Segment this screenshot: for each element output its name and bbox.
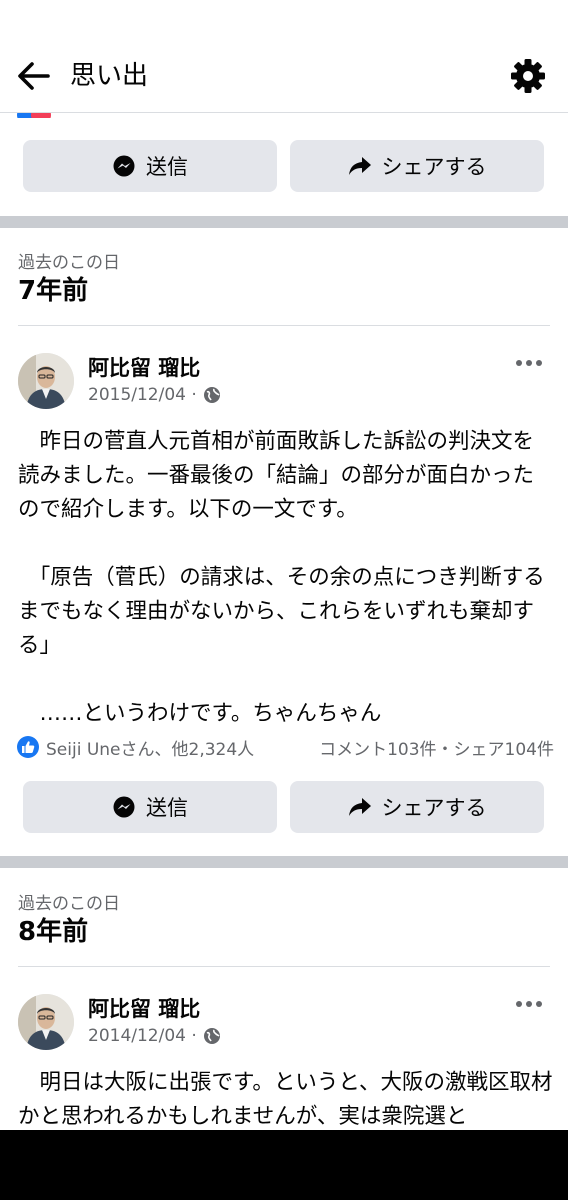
gear-icon[interactable] xyxy=(508,56,548,96)
globe-icon xyxy=(203,1028,220,1044)
avatar[interactable] xyxy=(18,353,74,409)
like-icon xyxy=(17,736,39,758)
section-separator xyxy=(0,856,568,868)
divider xyxy=(18,966,550,967)
divider xyxy=(18,325,550,326)
back-arrow-icon[interactable] xyxy=(14,58,54,94)
share-arrow-icon xyxy=(348,157,371,175)
profile-photo xyxy=(18,994,74,1050)
post-date[interactable]: 2014/12/04 · xyxy=(88,1026,197,1046)
share-button[interactable]: シェアする xyxy=(290,781,544,833)
messenger-icon xyxy=(113,796,135,818)
post-author[interactable]: 阿比留 瑠比 xyxy=(88,352,200,382)
send-label: 送信 xyxy=(146,796,188,820)
reactions-row[interactable]: Seiji Uneさん、他2,324人 コメント103件・シェア104件 xyxy=(16,734,554,760)
section-separator xyxy=(0,216,568,228)
globe-icon xyxy=(203,387,220,403)
post-text: 明日は大阪に出張です。というと、大阪の激戦区取材かと思われるかもしれませんが、実… xyxy=(18,1070,553,1129)
share-arrow-icon xyxy=(348,798,371,816)
page-title: 思い出 xyxy=(70,61,149,91)
reactions-summary[interactable]: Seiji Uneさん、他2,324人 xyxy=(16,735,254,760)
avatar[interactable] xyxy=(18,994,74,1050)
messenger-icon xyxy=(113,155,135,177)
share-label: シェアする xyxy=(381,796,487,820)
comment-share-stats[interactable]: コメント103件・シェア104件 xyxy=(319,735,554,760)
profile-photo xyxy=(18,353,74,409)
share-label: シェアする xyxy=(381,155,487,179)
post-meta: 2014/12/04 · xyxy=(88,1026,221,1046)
share-button[interactable]: シェアする xyxy=(290,140,544,192)
post-author[interactable]: 阿比留 瑠比 xyxy=(88,993,200,1023)
post-text: 昨日の菅直人元首相が前面敗訴した訴訟の判決文を読みました。一番最後の「結論」の部… xyxy=(18,429,545,726)
post-date[interactable]: 2015/12/04 · xyxy=(88,385,197,405)
send-label: 送信 xyxy=(146,155,188,179)
app-header: 思い出 xyxy=(0,0,568,113)
post-meta: 2015/12/04 · xyxy=(88,385,221,405)
send-button[interactable]: 送信 xyxy=(23,140,277,192)
memory-years-ago: 7年前 xyxy=(18,276,89,306)
navigation-bar-overlay xyxy=(0,1130,568,1200)
memory-years-ago: 8年前 xyxy=(18,917,89,947)
send-button[interactable]: 送信 xyxy=(23,781,277,833)
more-options-icon[interactable] xyxy=(514,999,544,1009)
reactions-text: Seiji Uneさん、他2,324人 xyxy=(46,739,255,760)
more-options-icon[interactable] xyxy=(514,358,544,368)
